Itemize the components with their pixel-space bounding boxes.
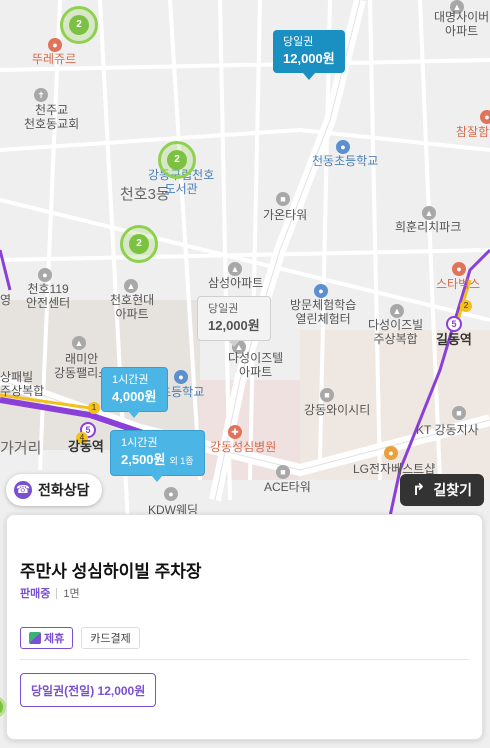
- directions-label: 길찾기: [433, 482, 473, 498]
- parking-cluster-c2[interactable]: 2: [158, 141, 196, 179]
- marker-price-value: 2,500원: [121, 452, 166, 467]
- apartment-icon-5: ▲: [390, 304, 404, 318]
- card-payment-label: 카드결제: [90, 633, 131, 645]
- school-icon-2: ●: [174, 370, 188, 384]
- office-icon: ■: [452, 406, 466, 420]
- map-label-cheonho3: 천호3동: [120, 186, 170, 203]
- map-label-daseong2: 다성이즈텔 아파트: [228, 351, 284, 379]
- marker-ticket-type: 1시간권: [121, 437, 158, 449]
- map-label-gildong: 길동역: [436, 332, 472, 347]
- tag-list: 제휴 카드결제: [20, 627, 140, 649]
- turn-right-arrow-icon: ↱: [411, 482, 426, 499]
- cluster-count: 2: [69, 15, 89, 35]
- marker-extra-count: 외 1종: [169, 456, 194, 466]
- partner-tag-label: 제휴: [44, 633, 65, 645]
- parking-price-marker-m3[interactable]: 1시간권 4,000원: [101, 367, 168, 418]
- directions-button[interactable]: ↱ 길찾기: [400, 474, 484, 506]
- map-label-starbucks: 스타벅스: [436, 277, 481, 291]
- card-divider: [20, 659, 469, 660]
- partner-logo-icon: [29, 632, 41, 644]
- parking-price-marker-m4[interactable]: 1시간권 2,500원 외 1종: [110, 430, 205, 482]
- marker-price-value: 12,000원: [283, 51, 335, 66]
- map-label-waisi: 강동와이시티: [304, 403, 371, 417]
- apartment-icon-4: ▲: [228, 262, 242, 276]
- building-icon-2: ■: [320, 388, 334, 402]
- card-payment-tag: 카드결제: [81, 627, 140, 649]
- map-label-ace: ACE타워: [264, 480, 311, 494]
- map-label-chamjal: 참잘함: [456, 125, 490, 139]
- parking-meta: 판매중 1면: [20, 585, 80, 601]
- restaurant-icon: ●: [480, 110, 490, 124]
- map-label-hihoon: 희훈리치파크: [395, 220, 462, 234]
- space-count: 1면: [63, 588, 80, 600]
- meta-divider: [56, 587, 58, 599]
- cluster-count: 2: [167, 150, 187, 170]
- parking-price-marker-m1[interactable]: 당일권 12,000원: [273, 30, 345, 80]
- map-label-daseong: 다성이즈빌 주상복합: [368, 318, 424, 346]
- map-label-ktgangdong: KT 강동지사: [416, 423, 479, 437]
- hospital-icon: ✚: [228, 425, 242, 439]
- apartment-icon-3: ▲: [124, 279, 138, 293]
- apartment-icon-2: ▲: [422, 206, 436, 220]
- map-label-geori: 가거리: [0, 440, 42, 457]
- school-icon: ●: [336, 140, 350, 154]
- marker-price-value: 12,000원: [208, 318, 260, 333]
- fire-station-icon: ●: [38, 268, 52, 282]
- parking-cluster-c3[interactable]: 2: [120, 225, 158, 263]
- map-label-jusang: 주상복합: [0, 384, 45, 398]
- exit-badge-2: 2: [460, 300, 472, 312]
- experience-icon: ●: [314, 284, 328, 298]
- phone-consult-button[interactable]: ☎ 전화상담: [6, 474, 102, 506]
- tower-icon: ■: [276, 465, 290, 479]
- exit-badge-1: 1: [88, 402, 100, 414]
- partner-tag: 제휴: [20, 627, 74, 649]
- wedding-icon: ●: [164, 487, 178, 501]
- marker-ticket-type: 당일권: [283, 36, 314, 48]
- map-label-ttuere: 뚜레쥬르: [32, 52, 77, 66]
- sale-status: 판매중: [20, 588, 51, 600]
- map-label-hyundai: 천호현대 아파트: [110, 293, 155, 321]
- ticket-option[interactable]: 당일권(전일) 12,000원: [20, 673, 157, 707]
- cluster-count: 2: [129, 234, 149, 254]
- marker-price: 12,000원: [208, 317, 260, 335]
- phone-consult-label: 전화상담: [38, 482, 90, 498]
- apartment-icon-6: ▲: [72, 336, 86, 350]
- map-label-gaon: 가온타워: [263, 208, 308, 222]
- parking-cluster-c1[interactable]: 2: [60, 6, 98, 44]
- parking-info-card[interactable]: 주만사 성심하이빌 주차장 판매중 1면 제휴 카드결제 당일권(전일) 12,…: [6, 514, 483, 740]
- phone-icon: ☎: [14, 481, 32, 499]
- map-label-pyeonpaemae: 상패빌: [0, 370, 34, 384]
- map-label-fire119: 천호119 안전센터: [26, 282, 71, 310]
- cafe-icon: ●: [452, 262, 466, 276]
- marker-price: 12,000원: [283, 50, 335, 68]
- marker-ticket-type: 당일권: [208, 303, 239, 315]
- marker-price: 4,000원: [112, 388, 157, 406]
- map-label-cheonju: 천주교 천호동교회: [24, 103, 80, 131]
- shop-icon: ●: [384, 446, 398, 460]
- line5-badge-gildong: 5: [446, 316, 462, 332]
- building-icon: ■: [276, 192, 290, 206]
- map-label-hospital: 강동성심병원: [210, 440, 277, 454]
- marker-price-value: 4,000원: [112, 389, 157, 404]
- map-label-gangdong-st: 강동역: [68, 439, 104, 454]
- map-label-samsung: 삼성아파트: [208, 276, 264, 290]
- map-label-yeong: 영: [0, 293, 12, 307]
- map-label-visiting: 방문체험학습 열린체험터: [290, 298, 357, 326]
- marker-price: 2,500원 외 1종: [121, 451, 194, 470]
- map-label-cheonho-school: 천동초등학교: [312, 154, 379, 168]
- bakery-icon: ●: [48, 38, 62, 52]
- parking-lot-title: 주만사 성심하이빌 주차장: [20, 562, 202, 581]
- church-icon: ✝: [34, 88, 48, 102]
- map-label-daemyung: 대명사이버 아파트: [434, 10, 490, 38]
- parking-price-marker-m2[interactable]: 당일권 12,000원: [197, 296, 271, 347]
- marker-ticket-type: 1시간권: [112, 374, 149, 386]
